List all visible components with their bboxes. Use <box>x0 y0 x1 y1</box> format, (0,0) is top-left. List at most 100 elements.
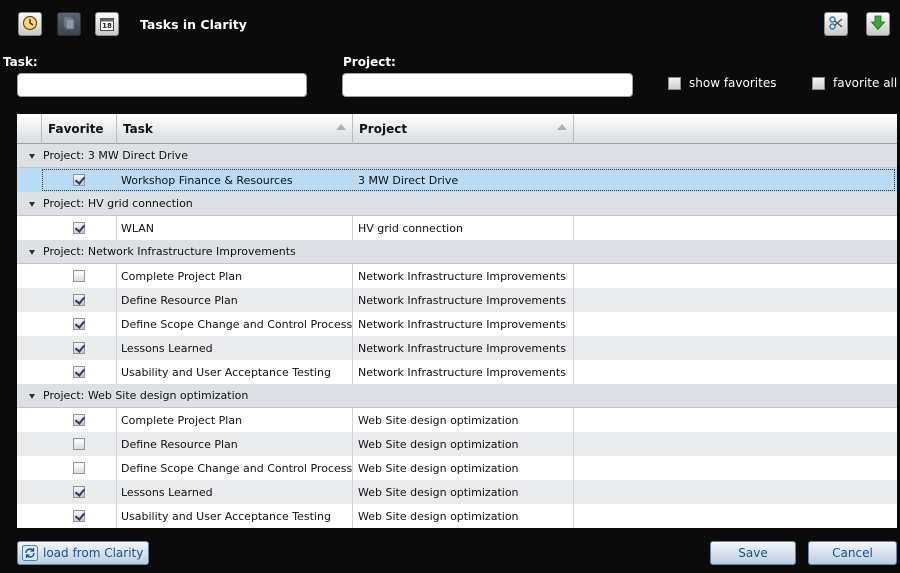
row-gutter <box>17 312 42 336</box>
column-header-project[interactable]: Project <box>353 114 574 144</box>
copy-button[interactable] <box>57 12 81 36</box>
group-label: Project: Network Infrastructure Improvem… <box>43 245 296 258</box>
table-row[interactable]: Usability and User Acceptance Testing Net… <box>17 360 897 384</box>
table-row[interactable]: Usability and User Acceptance Testing Web… <box>17 504 897 528</box>
favorite-cell <box>42 336 117 360</box>
table-row[interactable]: WLAN HV grid connection <box>17 216 897 240</box>
favorite-cell <box>42 456 117 480</box>
project-cell: Web Site design optimization <box>353 408 574 432</box>
row-gutter <box>17 216 42 240</box>
load-from-clarity-button[interactable]: load from Clarity <box>17 541 149 565</box>
favorite-cell <box>42 312 117 336</box>
favorite-checkbox[interactable] <box>73 414 85 426</box>
favorite-checkbox[interactable] <box>73 270 85 282</box>
favorite-all-toggle[interactable]: favorite all <box>812 76 897 90</box>
table-row[interactable]: Lessons Learned Web Site design optimizat… <box>17 480 897 504</box>
table-row[interactable]: Define Resource Plan Web Site design opti… <box>17 432 897 456</box>
filler-cell <box>574 216 897 240</box>
task-filter-label: Task: <box>3 55 38 69</box>
task-cell: Workshop Finance & Resources <box>117 168 353 192</box>
favorite-cell <box>42 168 117 192</box>
favorite-checkbox[interactable] <box>73 366 85 378</box>
task-cell: Define Scope Change and Control Process <box>117 456 353 480</box>
project-cell: Network Infrastructure Improvements <box>353 288 574 312</box>
table-row[interactable]: Define Scope Change and Control Process N… <box>17 312 897 336</box>
project-cell: Network Infrastructure Improvements <box>353 264 574 288</box>
favorite-checkbox[interactable] <box>73 462 85 474</box>
download-arrow-icon <box>870 15 886 34</box>
row-gutter <box>17 168 42 192</box>
project-cell: Network Infrastructure Improvements <box>353 336 574 360</box>
tools-icon <box>828 15 844 34</box>
favorite-checkbox[interactable] <box>73 318 85 330</box>
collapse-triangle-icon[interactable] <box>29 394 35 399</box>
favorite-cell <box>42 504 117 528</box>
column-header-label: Task <box>123 122 153 136</box>
favorite-cell <box>42 288 117 312</box>
task-cell: WLAN <box>117 216 353 240</box>
clock-button[interactable] <box>18 12 42 36</box>
group-row[interactable]: Project: HV grid connection <box>17 192 897 216</box>
clock-icon <box>22 15 38 34</box>
favorite-cell <box>42 408 117 432</box>
project-cell: Web Site design optimization <box>353 432 574 456</box>
favorite-cell <box>42 264 117 288</box>
settings-button[interactable] <box>824 12 848 36</box>
task-cell: Complete Project Plan <box>117 408 353 432</box>
column-header-task[interactable]: Task <box>117 114 353 144</box>
cancel-button[interactable]: Cancel <box>808 541 897 565</box>
row-gutter <box>17 408 42 432</box>
favorite-cell <box>42 480 117 504</box>
collapse-triangle-icon[interactable] <box>29 154 35 159</box>
group-row[interactable]: Project: Web Site design optimization <box>17 384 897 408</box>
group-row[interactable]: Project: 3 MW Direct Drive <box>17 144 897 168</box>
filler-cell <box>574 168 897 192</box>
table-row[interactable]: Complete Project Plan Web Site design opt… <box>17 408 897 432</box>
row-gutter <box>17 432 42 456</box>
column-header-label: Favorite <box>48 122 104 136</box>
row-gutter <box>17 288 42 312</box>
table-row[interactable]: Lessons Learned Network Infrastructure Im… <box>17 336 897 360</box>
task-cell: Usability and User Acceptance Testing <box>117 360 353 384</box>
refresh-icon <box>22 545 38 561</box>
page-title: Tasks in Clarity <box>140 17 247 32</box>
collapse-triangle-icon[interactable] <box>29 250 35 255</box>
collapse-triangle-icon[interactable] <box>29 202 35 207</box>
sort-arrow-icon <box>336 124 346 130</box>
group-label: Project: Web Site design optimization <box>43 389 249 402</box>
column-header-label: Project <box>359 122 408 136</box>
favorite-all-checkbox[interactable] <box>812 76 825 90</box>
favorite-checkbox[interactable] <box>73 438 85 450</box>
group-label: Project: HV grid connection <box>43 197 193 210</box>
row-gutter <box>17 456 42 480</box>
project-cell: Web Site design optimization <box>353 504 574 528</box>
favorite-checkbox[interactable] <box>73 174 85 186</box>
favorite-cell <box>42 432 117 456</box>
row-gutter <box>17 480 42 504</box>
app-window: 18 Tasks in Clarity Task: Project: show … <box>0 0 900 573</box>
table-row[interactable]: Complete Project Plan Network Infrastruct… <box>17 264 897 288</box>
save-button[interactable]: Save <box>710 541 796 565</box>
project-cell: 3 MW Direct Drive <box>353 168 574 192</box>
calendar-button[interactable]: 18 <box>95 12 119 36</box>
favorite-checkbox[interactable] <box>73 486 85 498</box>
group-row[interactable]: Project: Network Infrastructure Improvem… <box>17 240 897 264</box>
task-cell: Lessons Learned <box>117 336 353 360</box>
favorite-checkbox[interactable] <box>73 294 85 306</box>
favorite-checkbox[interactable] <box>73 342 85 354</box>
table-row[interactable]: Workshop Finance & Resources 3 MW Direct … <box>17 168 897 192</box>
download-button[interactable] <box>866 12 890 36</box>
filler-cell <box>574 336 897 360</box>
task-cell: Usability and User Acceptance Testing <box>117 504 353 528</box>
column-header-favorite[interactable]: Favorite <box>42 114 117 144</box>
project-filter-input[interactable] <box>342 73 633 97</box>
task-filter-input[interactable] <box>17 73 307 97</box>
table-row[interactable]: Define Resource Plan Network Infrastructu… <box>17 288 897 312</box>
calendar-day-text: 18 <box>102 22 112 30</box>
show-favorites-toggle[interactable]: show favorites <box>668 76 776 90</box>
show-favorites-checkbox[interactable] <box>668 76 681 90</box>
favorite-checkbox[interactable] <box>73 222 85 234</box>
table-row[interactable]: Define Scope Change and Control Process W… <box>17 456 897 480</box>
favorite-checkbox[interactable] <box>73 510 85 522</box>
task-cell: Complete Project Plan <box>117 264 353 288</box>
